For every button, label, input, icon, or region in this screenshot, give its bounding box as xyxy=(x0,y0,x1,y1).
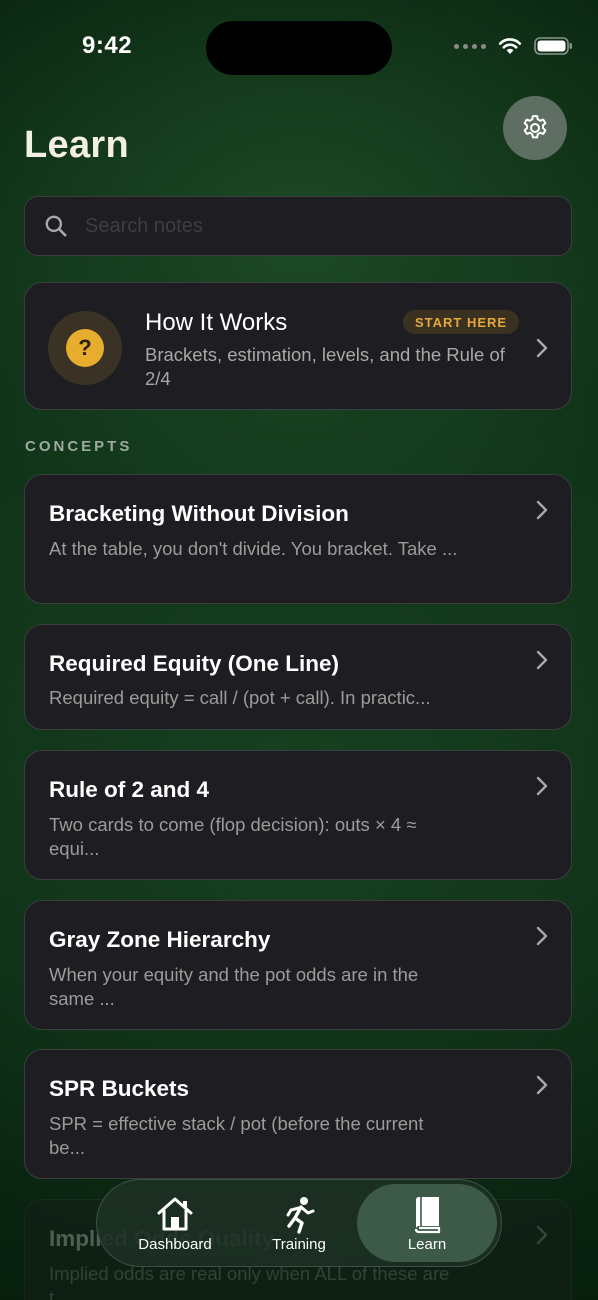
settings-button[interactable] xyxy=(503,96,567,160)
concept-title: Required Equity (One Line) xyxy=(49,651,340,676)
chevron-right-icon xyxy=(536,1075,548,1095)
concept-description: Implied odds are real only when ALL of t… xyxy=(49,1263,450,1300)
chevron-right-icon xyxy=(536,776,548,796)
chevron-right-icon xyxy=(536,338,548,358)
chevron-right-icon xyxy=(536,650,548,670)
concept-card[interactable]: Required Equity (One Line) Required equi… xyxy=(24,624,572,730)
dynamic-island xyxy=(206,21,392,75)
tab-learn[interactable]: Learn xyxy=(357,1184,497,1262)
search-input[interactable] xyxy=(83,213,527,239)
how-it-works-title: How It Works xyxy=(145,309,288,336)
concept-card[interactable]: SPR Buckets SPR = effective stack / pot … xyxy=(24,1049,572,1179)
section-label-concepts: CONCEPTS xyxy=(25,438,133,455)
gear-icon xyxy=(523,115,547,139)
how-it-works-card[interactable]: ? How It Works START HERE Brackets, esti… xyxy=(24,282,572,410)
status-icons xyxy=(454,36,574,56)
cellular-signal-icon xyxy=(454,43,486,49)
book-icon xyxy=(414,1197,441,1234)
tab-training[interactable]: Training xyxy=(229,1184,369,1262)
start-here-badge: START HERE xyxy=(403,310,520,334)
tab-label: Dashboard xyxy=(138,1236,212,1253)
how-it-works-subtitle: Brackets, estimation, levels, and the Ru… xyxy=(145,344,505,389)
status-bar: 9:42 xyxy=(0,0,598,90)
help-icon-container: ? xyxy=(48,311,122,385)
chevron-right-icon xyxy=(536,926,548,946)
search-bar[interactable] xyxy=(24,196,572,256)
bottom-tab-bar: Dashboard Training Learn xyxy=(96,1179,502,1267)
tab-label: Training xyxy=(272,1236,326,1253)
status-time: 9:42 xyxy=(82,32,133,59)
concept-title: SPR Buckets xyxy=(49,1076,190,1101)
question-mark-icon: ? xyxy=(66,329,104,367)
concept-description: At the table, you don't divide. You brac… xyxy=(49,538,458,559)
page-title: Learn xyxy=(24,124,129,166)
running-figure-icon xyxy=(286,1197,315,1234)
house-icon xyxy=(157,1197,193,1231)
tab-label: Learn xyxy=(407,1236,447,1253)
wifi-icon xyxy=(498,38,522,54)
concept-card[interactable]: Rule of 2 and 4 Two cards to come (flop … xyxy=(24,750,572,880)
concept-card[interactable]: Bracketing Without Division At the table… xyxy=(24,474,572,604)
concept-description: Two cards to come (flop decision): outs … xyxy=(49,814,417,859)
tab-dashboard[interactable]: Dashboard xyxy=(105,1184,245,1262)
chevron-right-icon xyxy=(536,500,548,520)
concept-title: Rule of 2 and 4 xyxy=(49,777,210,802)
concept-description: SPR = effective stack / pot (before the … xyxy=(49,1113,424,1158)
chevron-right-icon xyxy=(536,1225,548,1245)
concept-title: Bracketing Without Division xyxy=(49,501,349,526)
battery-icon xyxy=(534,37,572,55)
concept-description: Required equity = call / (pot + call). I… xyxy=(49,687,431,708)
concept-title: Gray Zone Hierarchy xyxy=(49,927,271,952)
search-icon xyxy=(45,215,67,237)
concept-description: When your equity and the pot odds are in… xyxy=(49,964,419,1009)
concept-card[interactable]: Gray Zone Hierarchy When your equity and… xyxy=(24,900,572,1030)
